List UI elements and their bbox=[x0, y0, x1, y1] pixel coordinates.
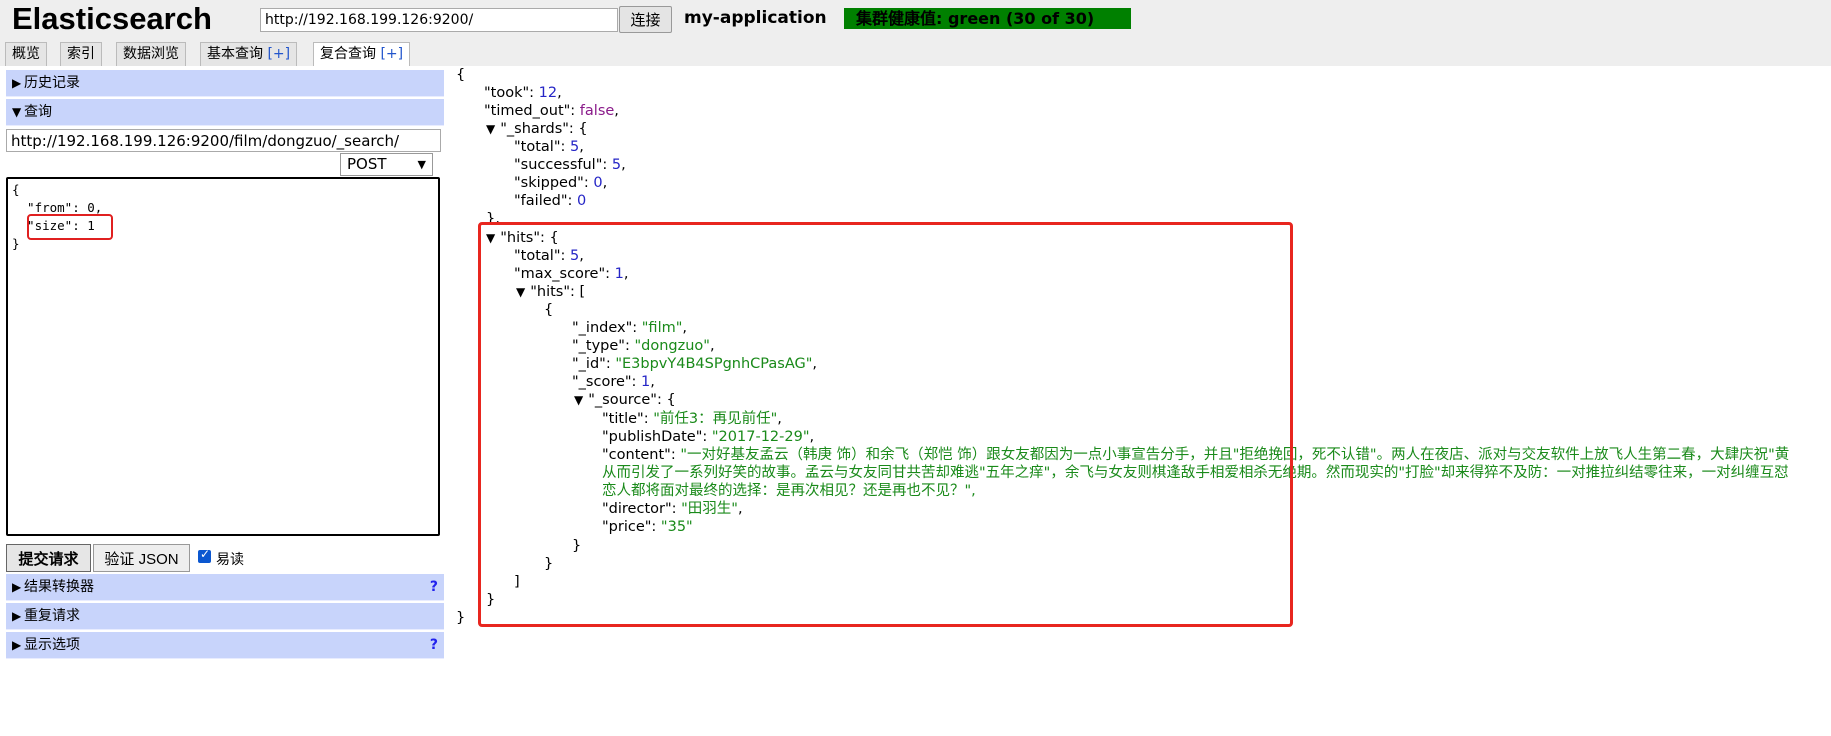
tab-compound-query[interactable]: 复合查询 [+] bbox=[313, 42, 411, 67]
json-value: false bbox=[579, 103, 615, 119]
query-panel: ▶ 历史记录 ▼ 查询 POST ▼ { "from": 0, "size": … bbox=[0, 66, 450, 668]
tab-indices[interactable]: 索引 bbox=[60, 42, 102, 66]
connect-button[interactable]: 连接 bbox=[619, 6, 672, 33]
section-label: 结果转换器 bbox=[24, 579, 94, 595]
tab-label: 数据浏览 bbox=[123, 46, 179, 62]
app-title: Elasticsearch bbox=[12, 1, 212, 36]
chevron-down-icon: ▼ bbox=[417, 158, 426, 171]
section-label: 重复请求 bbox=[24, 608, 80, 624]
annotation-highlight-box bbox=[27, 214, 113, 240]
expand-triangle-icon: ▶ bbox=[12, 638, 22, 652]
section-label: 显示选项 bbox=[24, 637, 80, 653]
repeat-request-section-header[interactable]: ▶ 重复请求 bbox=[6, 603, 444, 630]
tab-data-browse[interactable]: 数据浏览 bbox=[116, 42, 186, 66]
json-shards: ▼ "_shards": { bbox=[486, 120, 588, 138]
tab-basic-query[interactable]: 基本查询 [+] bbox=[200, 42, 298, 66]
method-value: POST bbox=[347, 155, 387, 173]
json-timed-out: "timed_out": false, bbox=[484, 103, 619, 119]
section-label: 查询 bbox=[24, 104, 52, 120]
readable-checkbox[interactable] bbox=[198, 547, 211, 563]
json-value: 5 bbox=[570, 139, 580, 155]
validate-json-button[interactable]: 验证 JSON bbox=[93, 544, 190, 572]
cluster-name: my-application bbox=[684, 8, 827, 28]
json-shards-failed: "failed": 0 bbox=[514, 193, 587, 209]
tab-overview[interactable]: 概览 bbox=[5, 42, 47, 66]
json-shards-skipped: "skipped": 0, bbox=[514, 175, 608, 191]
expand-triangle-icon: ▶ bbox=[12, 609, 22, 623]
app-header: Elasticsearch 连接 my-application 集群健康值: g… bbox=[0, 0, 1831, 67]
expand-triangle-icon: ▶ bbox=[12, 76, 22, 90]
tab-label: 索引 bbox=[67, 46, 95, 62]
json-took: "took": 12, bbox=[484, 85, 562, 101]
submit-request-button[interactable]: 提交请求 bbox=[6, 544, 91, 572]
section-label: 历史记录 bbox=[24, 75, 80, 91]
json-shards-total: "total": 5, bbox=[514, 139, 584, 155]
display-options-section-header[interactable]: ▶ 显示选项 ? bbox=[6, 632, 444, 659]
help-icon[interactable]: ? bbox=[430, 632, 438, 659]
tab-label: 概览 bbox=[12, 46, 40, 62]
collapse-triangle-icon: ▼ bbox=[12, 105, 22, 119]
history-section-header[interactable]: ▶ 历史记录 bbox=[6, 70, 444, 97]
expand-triangle-icon: ▶ bbox=[12, 580, 22, 594]
json-value: 0 bbox=[593, 175, 603, 191]
cluster-url-input[interactable] bbox=[260, 8, 618, 32]
readable-label: 易读 bbox=[216, 552, 244, 568]
json-brace: } bbox=[456, 610, 466, 626]
json-value: 0 bbox=[577, 193, 587, 209]
json-value: 12 bbox=[538, 85, 558, 101]
cluster-health-badge: 集群健康值: green (30 of 30) bbox=[844, 8, 1131, 29]
help-icon[interactable]: ? bbox=[430, 574, 438, 601]
http-method-select[interactable]: POST ▼ bbox=[340, 153, 433, 176]
result-transformer-section-header[interactable]: ▶ 结果转换器 ? bbox=[6, 574, 444, 601]
annotation-highlight-box bbox=[478, 222, 1293, 627]
tab-label: 基本查询 bbox=[207, 46, 263, 62]
json-shards-successful: "successful": 5, bbox=[514, 157, 626, 173]
tab-label: 复合查询 bbox=[320, 46, 376, 62]
tab-add-link[interactable]: [+] bbox=[267, 46, 290, 62]
query-url-input[interactable] bbox=[6, 129, 441, 152]
tab-add-link[interactable]: [+] bbox=[380, 46, 403, 62]
json-value: 5 bbox=[611, 157, 622, 173]
json-brace: { bbox=[456, 67, 466, 83]
collapse-toggle-icon[interactable]: ▼ bbox=[486, 120, 495, 138]
query-section-header[interactable]: ▼ 查询 bbox=[6, 99, 444, 126]
